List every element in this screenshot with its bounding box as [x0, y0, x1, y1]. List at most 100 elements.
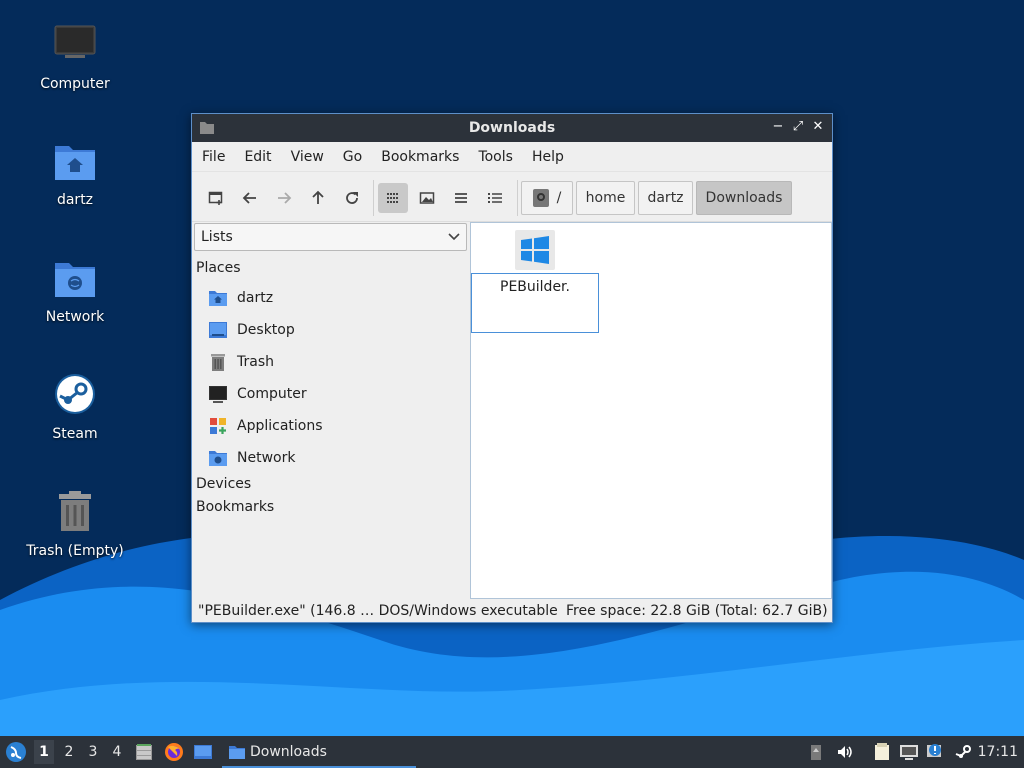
status-selection: "PEBuilder.exe" (146.8 … DOS/Windows exe… [198, 603, 558, 619]
window-titlebar[interactable]: Downloads − ⤢ ✕ [192, 114, 832, 142]
places-heading[interactable]: Places [196, 260, 241, 276]
breadcrumb-downloads[interactable]: Downloads [696, 181, 792, 215]
side-pane-mode-select[interactable]: Lists [194, 223, 467, 251]
place-item-applications[interactable]: Applications [208, 414, 323, 438]
grid-icon [387, 193, 398, 203]
notes-icon [875, 743, 889, 760]
taskbar: 1 2 3 4 Downloads 17:11 [0, 736, 1024, 768]
detailed-list-view-button[interactable] [480, 183, 510, 213]
menu-view[interactable]: View [291, 149, 324, 165]
folder-icon [229, 746, 245, 759]
toolbar-separator [517, 180, 518, 216]
status-free-space: Free space: 22.8 GiB (Total: 62.7 GiB) [566, 603, 828, 619]
desktop-icon-network[interactable]: Network [20, 255, 130, 325]
menu-file[interactable]: File [202, 149, 225, 165]
desktop-icon-computer[interactable]: Computer [20, 22, 130, 92]
menu-help[interactable]: Help [532, 149, 564, 165]
trash-icon [208, 352, 228, 372]
side-pane: Lists Places dartz Desktop Trash Compute… [192, 222, 469, 599]
firefox-launcher[interactable] [164, 742, 184, 762]
desktop-icon-home[interactable]: dartz [20, 138, 130, 208]
network-folder-icon [208, 448, 228, 468]
file-manager-window: Downloads − ⤢ ✕ File Edit View Go Bookma… [191, 113, 833, 623]
devices-heading[interactable]: Devices [196, 476, 251, 492]
thumbnail-view-button[interactable] [412, 183, 442, 213]
close-button[interactable]: ✕ [809, 118, 827, 136]
place-item-label: Applications [237, 418, 323, 434]
computer-icon [51, 22, 99, 70]
arrow-left-icon [242, 192, 256, 204]
place-item-label: Trash [237, 354, 274, 370]
place-item-desktop[interactable]: Desktop [208, 318, 295, 342]
compact-view-button[interactable] [446, 183, 476, 213]
network-tray-button[interactable] [899, 742, 919, 762]
breadcrumb-dartz[interactable]: dartz [638, 181, 693, 215]
clipboard-tray-button[interactable] [806, 742, 826, 762]
arrow-right-icon [278, 192, 292, 204]
show-desktop-button[interactable] [193, 742, 213, 762]
lxqt-logo-icon [6, 742, 26, 762]
forward-button[interactable] [269, 183, 299, 213]
taskbar-task-downloads[interactable]: Downloads [222, 738, 416, 768]
workspace-3[interactable]: 3 [86, 744, 100, 760]
desktop-icon-label: Steam [52, 426, 98, 442]
application-menu-button[interactable] [5, 741, 27, 763]
new-tab-button[interactable] [201, 183, 231, 213]
update-alert-icon [927, 744, 941, 757]
list-icon [455, 193, 467, 203]
place-item-dartz[interactable]: dartz [208, 286, 273, 310]
place-item-computer[interactable]: Computer [208, 382, 307, 406]
arrow-up-icon [312, 190, 324, 204]
clock[interactable]: 17:11 [978, 744, 1018, 760]
trash-icon [51, 489, 99, 537]
volume-button[interactable] [835, 742, 855, 762]
steam-tray-button[interactable] [954, 742, 974, 762]
menu-tools[interactable]: Tools [478, 149, 513, 165]
steam-icon [955, 745, 971, 758]
file-item[interactable]: PEBuilder. [471, 230, 599, 333]
menu-bar: File Edit View Go Bookmarks Tools Help [192, 142, 832, 172]
place-item-label: Desktop [237, 322, 295, 338]
menu-edit[interactable]: Edit [244, 149, 271, 165]
drive-icon [532, 189, 549, 207]
clipboard-icon [811, 745, 821, 760]
applications-icon [208, 416, 228, 436]
file-manager-launcher[interactable] [134, 742, 154, 762]
file-view[interactable]: PEBuilder. [470, 222, 832, 599]
update-notifier-button[interactable] [925, 742, 945, 762]
menu-go[interactable]: Go [343, 149, 362, 165]
workspace-4[interactable]: 4 [110, 744, 124, 760]
place-item-label: dartz [237, 290, 274, 306]
place-item-trash[interactable]: Trash [208, 350, 274, 374]
desktop-icon-label: dartz [56, 192, 94, 208]
windows-executable-icon [515, 230, 555, 270]
status-bar: "PEBuilder.exe" (146.8 … DOS/Windows exe… [192, 600, 832, 622]
refresh-icon [346, 192, 358, 204]
place-item-network[interactable]: Network [208, 446, 295, 470]
desktop-icon-label: Trash (Empty) [26, 543, 124, 559]
breadcrumb-root[interactable]: / [521, 181, 573, 215]
back-button[interactable] [235, 183, 265, 213]
desktop-icon-steam[interactable]: Steam [20, 372, 130, 442]
network-folder-icon [51, 255, 99, 303]
parent-folder-button[interactable] [303, 183, 333, 213]
reload-button[interactable] [337, 183, 367, 213]
minimize-button[interactable]: − [769, 118, 787, 136]
icon-view-button[interactable] [378, 183, 408, 213]
workspace-2[interactable]: 2 [62, 744, 76, 760]
desktop-icon [194, 745, 212, 759]
toolbar-separator [373, 180, 374, 216]
notes-tray-button[interactable] [872, 742, 892, 762]
window-title: Downloads [468, 120, 556, 136]
bookmarks-heading[interactable]: Bookmarks [196, 499, 274, 515]
workspace-1[interactable]: 1 [34, 740, 54, 764]
breadcrumb-home[interactable]: home [576, 181, 635, 215]
side-pane-mode-value: Lists [201, 229, 233, 245]
desktop-icon-trash[interactable]: Trash (Empty) [20, 489, 130, 559]
steam-icon [51, 372, 99, 420]
desktop-icon [208, 320, 228, 340]
maximize-button[interactable]: ⤢ [789, 118, 807, 136]
menu-bookmarks[interactable]: Bookmarks [381, 149, 459, 165]
desktop-icon-label: Computer [40, 76, 110, 92]
new-tab-icon [208, 191, 223, 205]
